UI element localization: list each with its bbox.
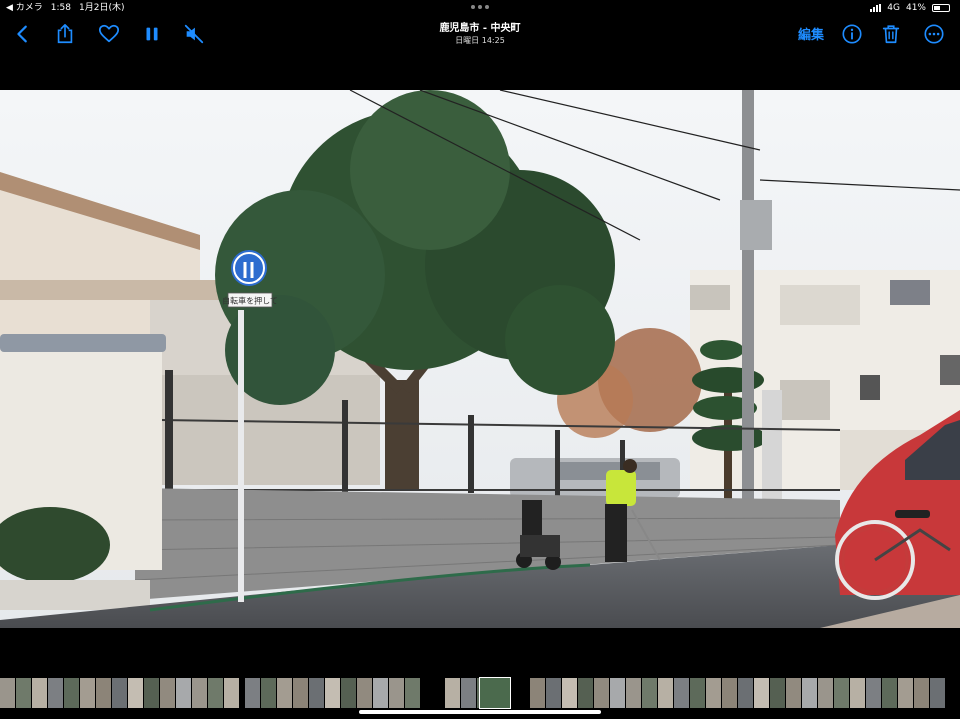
photo-scene: 自転車を押して bbox=[0, 90, 960, 628]
thumbnail[interactable] bbox=[882, 678, 897, 708]
thumbnail[interactable] bbox=[594, 678, 609, 708]
thumbnail[interactable] bbox=[32, 678, 47, 708]
thumbnail-strip[interactable] bbox=[0, 677, 960, 709]
thumbnail[interactable] bbox=[802, 678, 817, 708]
info-icon bbox=[842, 24, 862, 44]
trash-icon bbox=[882, 25, 900, 44]
thumbnail[interactable] bbox=[722, 678, 737, 708]
share-button[interactable] bbox=[51, 20, 79, 48]
thumbnail[interactable] bbox=[930, 678, 945, 708]
thumbnail[interactable] bbox=[309, 678, 324, 708]
thumbnail[interactable] bbox=[16, 678, 31, 708]
home-indicator[interactable] bbox=[359, 710, 601, 714]
thumbnail[interactable] bbox=[357, 678, 372, 708]
thumbnail[interactable] bbox=[562, 678, 577, 708]
thumbnail[interactable] bbox=[96, 678, 111, 708]
photo-timestamp: 日曜日 14:25 bbox=[455, 36, 505, 45]
thumbnail[interactable] bbox=[546, 678, 561, 708]
thumbnail[interactable] bbox=[754, 678, 769, 708]
thumbnail[interactable] bbox=[706, 678, 721, 708]
thumbnail[interactable] bbox=[658, 678, 673, 708]
back-button[interactable] bbox=[9, 20, 37, 48]
back-to-app-link[interactable]: ◀ カメラ bbox=[6, 0, 43, 16]
thumbnail-current[interactable] bbox=[479, 677, 511, 709]
more-button[interactable] bbox=[920, 20, 948, 48]
thumbnail[interactable] bbox=[128, 678, 143, 708]
mute-button[interactable] bbox=[180, 20, 208, 48]
thumbnail[interactable] bbox=[373, 678, 388, 708]
thumbnail[interactable] bbox=[325, 678, 340, 708]
photo-location: 鹿児島市 - 中央町 bbox=[439, 23, 521, 34]
more-icon bbox=[924, 24, 944, 44]
thumbnail[interactable] bbox=[690, 678, 705, 708]
thumbnail[interactable] bbox=[389, 678, 404, 708]
thumbnail[interactable] bbox=[461, 678, 476, 708]
thumbnail[interactable] bbox=[224, 678, 239, 708]
thumbnail[interactable] bbox=[0, 678, 15, 708]
thumbnail[interactable] bbox=[898, 678, 913, 708]
status-bar: ◀ カメラ 1:58 1月2日(木) 4G 41% bbox=[0, 0, 960, 16]
thumbnail[interactable] bbox=[208, 678, 223, 708]
multitasking-dots[interactable] bbox=[471, 5, 489, 9]
share-icon bbox=[57, 24, 73, 44]
thumbnail[interactable] bbox=[64, 678, 79, 708]
main-photo[interactable]: 自転車を押して bbox=[0, 90, 960, 628]
thumbnail[interactable] bbox=[786, 678, 801, 708]
thumbnail[interactable] bbox=[445, 678, 460, 708]
thumbnail[interactable] bbox=[261, 678, 276, 708]
photo-title[interactable]: 鹿児島市 - 中央町 日曜日 14:25 bbox=[380, 22, 580, 46]
thumbnail[interactable] bbox=[277, 678, 292, 708]
thumbnail[interactable] bbox=[112, 678, 127, 708]
thumbnail[interactable] bbox=[144, 678, 159, 708]
thumbnail[interactable] bbox=[192, 678, 207, 708]
mute-icon bbox=[184, 24, 204, 44]
sign-text: 自転車を押して bbox=[222, 296, 278, 306]
thumbnail[interactable] bbox=[530, 678, 545, 708]
thumbnail[interactable] bbox=[245, 678, 260, 708]
pause-button[interactable] bbox=[138, 20, 166, 48]
thumbnail[interactable] bbox=[914, 678, 929, 708]
info-button[interactable] bbox=[838, 20, 866, 48]
favorite-button[interactable] bbox=[95, 20, 123, 48]
thumbnail[interactable] bbox=[578, 678, 593, 708]
battery-icon bbox=[932, 4, 950, 12]
thumbnail[interactable] bbox=[834, 678, 849, 708]
thumbnail[interactable] bbox=[850, 678, 865, 708]
back-chevron-icon bbox=[17, 25, 27, 43]
thumbnail[interactable] bbox=[642, 678, 657, 708]
thumbnail[interactable] bbox=[293, 678, 308, 708]
thumbnail[interactable] bbox=[818, 678, 833, 708]
thumbnail[interactable] bbox=[866, 678, 881, 708]
network-type: 4G bbox=[887, 3, 900, 13]
delete-button[interactable] bbox=[877, 20, 905, 48]
status-date: 1月2日(木) bbox=[79, 3, 125, 13]
thumbnail[interactable] bbox=[674, 678, 689, 708]
thumbnail[interactable] bbox=[738, 678, 753, 708]
battery-percent: 41% bbox=[905, 3, 926, 13]
heart-icon bbox=[98, 24, 120, 43]
thumbnail[interactable] bbox=[770, 678, 785, 708]
cellular-signal-icon bbox=[870, 4, 882, 12]
thumbnail[interactable] bbox=[626, 678, 641, 708]
status-time: 1:58 bbox=[50, 3, 72, 13]
thumbnail[interactable] bbox=[176, 678, 191, 708]
photo-toolbar: 鹿児島市 - 中央町 日曜日 14:25 編集 bbox=[0, 16, 960, 52]
thumbnail[interactable] bbox=[405, 678, 420, 708]
edit-button[interactable]: 編集 bbox=[798, 24, 824, 43]
thumbnail[interactable] bbox=[160, 678, 175, 708]
thumbnail[interactable] bbox=[80, 678, 95, 708]
thumbnail[interactable] bbox=[610, 678, 625, 708]
thumbnail[interactable] bbox=[341, 678, 356, 708]
pause-icon bbox=[146, 27, 158, 41]
thumbnail[interactable] bbox=[48, 678, 63, 708]
